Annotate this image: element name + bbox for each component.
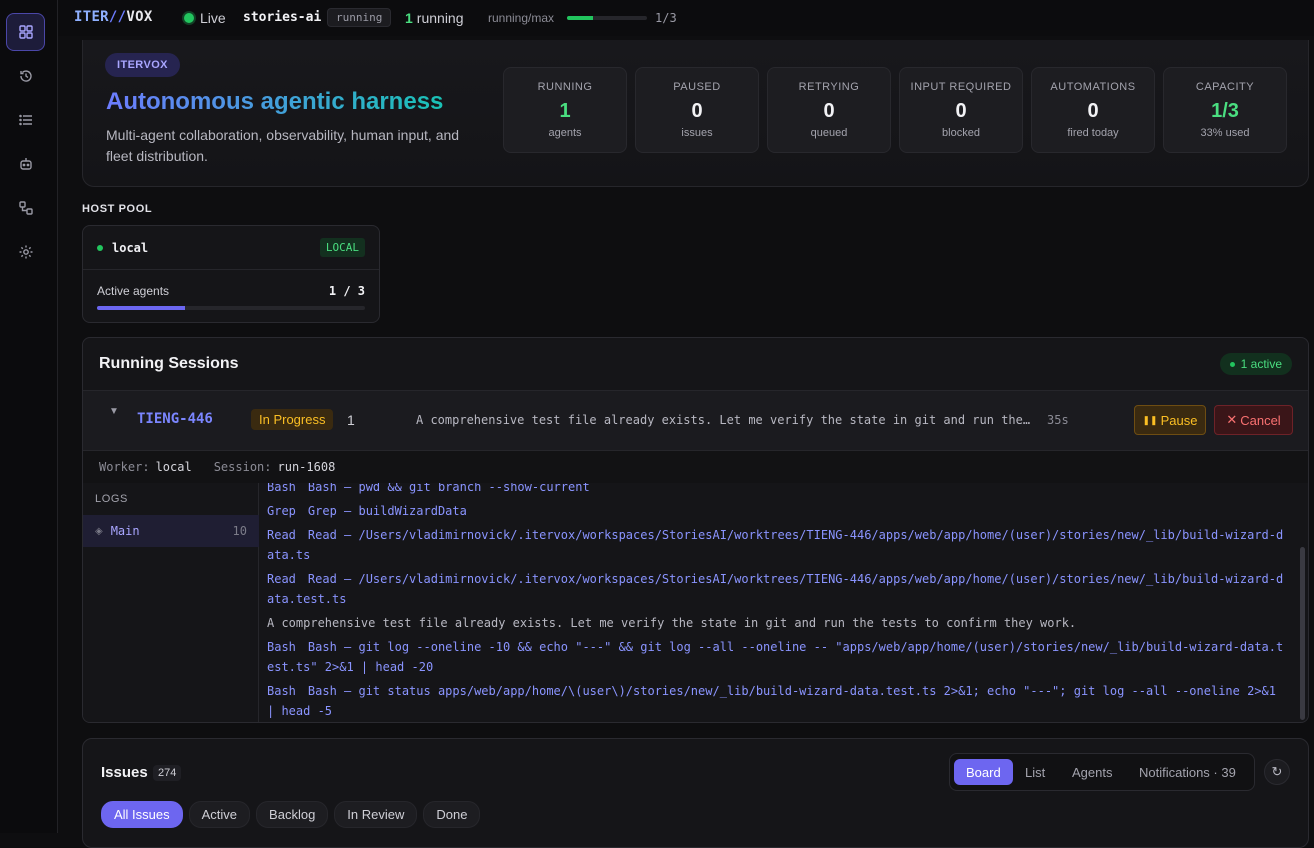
turn-count: 1 bbox=[347, 412, 355, 428]
host-card[interactable]: local LOCAL Active agents 1 / 3 bbox=[82, 225, 380, 323]
tab-agents[interactable]: Agents bbox=[1060, 759, 1124, 785]
gear-icon[interactable] bbox=[6, 233, 45, 271]
tab-board[interactable]: Board bbox=[954, 759, 1013, 785]
log-line: Read Read — /Users/vladimirnovick/.itervo… bbox=[267, 572, 1284, 606]
status-dot-icon bbox=[97, 244, 103, 251]
stat-automations: AUTOMATIONS 0 fired today bbox=[1031, 67, 1155, 153]
diamond-icon: ◈ bbox=[95, 525, 103, 537]
active-agents-fill bbox=[97, 306, 186, 310]
log-line: Read Read — /Users/vladimirnovick/.itervo… bbox=[267, 528, 1284, 562]
stat-paused: PAUSED 0 issues bbox=[635, 67, 759, 153]
workflow-icon[interactable] bbox=[6, 189, 45, 227]
filter-active[interactable]: Active bbox=[188, 801, 251, 828]
filter-in-review[interactable]: In Review bbox=[334, 801, 418, 828]
host-type-badge: LOCAL bbox=[319, 238, 365, 257]
robot-icon[interactable] bbox=[6, 145, 45, 183]
pause-icon: ❚❚ bbox=[1142, 414, 1158, 425]
hero-subtitle: Multi-agent collaboration, observability… bbox=[106, 127, 460, 164]
last-message: A comprehensive test file already exists… bbox=[416, 413, 1031, 427]
tab-list[interactable]: List bbox=[1013, 759, 1057, 785]
hero-panel: ITERVOX Autonomous agentic harness Multi… bbox=[82, 40, 1309, 187]
filter-all-issues[interactable]: All Issues bbox=[101, 801, 183, 828]
issue-filters: All Issues Active Backlog In Review Done bbox=[101, 801, 481, 828]
issues-panel: Issues 274 Board List Agents Notificatio… bbox=[82, 738, 1309, 848]
issue-id-link[interactable]: TIENG-446 bbox=[137, 411, 213, 427]
stat-input-required: INPUT REQUIRED 0 blocked bbox=[899, 67, 1023, 153]
top-bar: ITER//VOX Live stories-ai running 1 runni… bbox=[58, 0, 1314, 36]
stat-running: RUNNING 1 agents bbox=[503, 67, 627, 153]
log-line: Bash Bash — git log --oneline -10 && echo… bbox=[267, 640, 1284, 674]
stat-capacity: CAPACITY 1/3 33% used bbox=[1163, 67, 1287, 153]
dashboard-icon[interactable] bbox=[6, 13, 45, 51]
log-line: Grep Grep — buildWizardData bbox=[267, 504, 467, 518]
hero-title: Autonomous agentic harness bbox=[106, 88, 444, 115]
log-line: Bash Bash — pwd && git branch --show-curr… bbox=[267, 483, 590, 494]
cancel-button[interactable]: ✕ Cancel bbox=[1214, 405, 1293, 435]
host-name: local bbox=[112, 240, 149, 255]
logs-label: LOGS bbox=[95, 493, 128, 505]
tab-notifications[interactable]: Notifications · 39 bbox=[1127, 759, 1248, 785]
collapse-caret-icon[interactable]: ▼ bbox=[109, 406, 119, 417]
view-tabs: Board List Agents Notifications · 39 bbox=[949, 753, 1255, 791]
filter-done[interactable]: Done bbox=[423, 801, 481, 828]
live-indicator: Live bbox=[184, 10, 226, 26]
refresh-icon[interactable]: ↻ bbox=[1264, 759, 1290, 785]
active-agents-row: Active agents 1 / 3 bbox=[97, 284, 365, 298]
running-max-fill bbox=[567, 16, 594, 20]
log-scrollbar[interactable] bbox=[1300, 547, 1305, 720]
history-icon[interactable] bbox=[6, 57, 45, 95]
session-row[interactable]: ▼ TIENG-446 In Progress 1 A comprehensiv… bbox=[83, 391, 1308, 451]
product-tag: ITERVOX bbox=[105, 53, 180, 77]
session-meta: Worker: local Session: run-1608 bbox=[83, 451, 1308, 483]
live-dot-icon bbox=[184, 13, 194, 23]
active-count-badge: 1 active bbox=[1219, 353, 1292, 375]
issues-title: Issues bbox=[101, 764, 148, 781]
running-sessions-panel: Running Sessions 1 active ▼ TIENG-446 In… bbox=[82, 337, 1309, 723]
brand-logo[interactable]: ITER//VOX bbox=[74, 9, 153, 25]
sidebar-rail bbox=[0, 0, 58, 833]
stat-retrying: RETRYING 0 queued bbox=[767, 67, 891, 153]
active-agents-bar bbox=[97, 306, 365, 310]
logs-sidebar: LOGS ◈ Main 10 bbox=[83, 483, 259, 722]
logs-item-main[interactable]: ◈ Main 10 bbox=[83, 515, 259, 547]
list-icon[interactable] bbox=[6, 101, 45, 139]
session-value: run-1608 bbox=[277, 460, 336, 474]
host-pool-title: HOST POOL bbox=[82, 203, 153, 215]
status-badge: In Progress bbox=[251, 409, 334, 430]
running-max-label: running/max bbox=[488, 11, 555, 25]
project-name: stories-ai bbox=[243, 10, 322, 25]
filter-backlog[interactable]: Backlog bbox=[256, 801, 329, 828]
pause-button[interactable]: ❚❚ Pause bbox=[1134, 405, 1206, 435]
project-state-chip: running bbox=[327, 8, 392, 27]
close-icon: ✕ bbox=[1226, 412, 1238, 427]
running-max-bar bbox=[567, 16, 647, 20]
log-output[interactable]: Bash Bash — pwd && git branch --show-curr… bbox=[260, 483, 1300, 722]
log-line: Bash Bash — git status apps/web/app/home/… bbox=[267, 684, 1277, 718]
running-sessions-title: Running Sessions bbox=[99, 355, 239, 372]
worker-value: local bbox=[155, 460, 192, 474]
running-count: 1 running bbox=[405, 10, 464, 26]
elapsed-time: 35s bbox=[1047, 413, 1069, 427]
log-line: A comprehensive test file already exists… bbox=[267, 616, 1077, 630]
issues-count: 274 bbox=[153, 765, 182, 781]
running-max-value: 1/3 bbox=[655, 11, 677, 25]
